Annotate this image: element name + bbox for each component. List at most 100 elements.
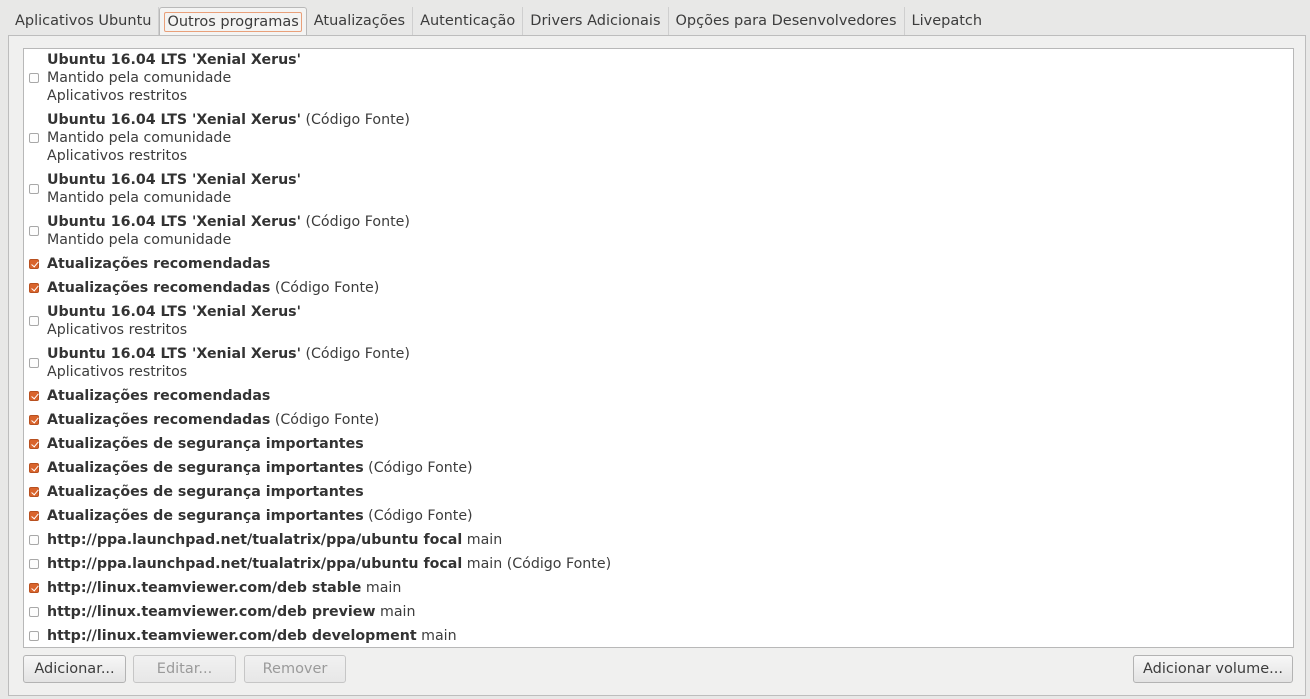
source-checkbox[interactable]	[29, 259, 39, 269]
source-text: http://ppa.launchpad.net/tualatrix/ppa/u…	[47, 555, 611, 573]
source-suffix: (Código Fonte)	[305, 112, 410, 128]
source-detail: Mantido pela comunidade	[47, 190, 232, 206]
tab-label: Atualizações	[313, 13, 406, 29]
tab-label: Aplicativos Ubuntu	[15, 13, 152, 29]
source-checkbox[interactable]	[29, 511, 39, 521]
source-row[interactable]: Atualizações recomendadas	[24, 387, 1293, 405]
source-title: Ubuntu 16.04 LTS 'Xenial Xerus'	[47, 304, 301, 320]
source-row[interactable]: Atualizações de segurança importantes (C…	[24, 459, 1293, 477]
source-title: Atualizações de segurança importantes	[47, 460, 364, 476]
source-row[interactable]: Ubuntu 16.04 LTS 'Xenial Xerus' Aplicativ…	[24, 303, 1293, 339]
source-row[interactable]: Atualizações de segurança importantes	[24, 483, 1293, 501]
tab-other-software[interactable]: Outros programas	[159, 7, 307, 35]
source-title-line: Atualizações recomendadas	[47, 255, 270, 273]
source-checkbox[interactable]	[29, 283, 39, 293]
tab-label: Autenticação	[420, 13, 516, 29]
source-checkbox[interactable]	[29, 316, 39, 326]
source-text: Ubuntu 16.04 LTS 'Xenial Xerus' (Código …	[47, 111, 410, 165]
edit-button[interactable]: Editar...	[133, 655, 236, 683]
source-title: Atualizações de segurança importantes	[47, 508, 364, 524]
add-volume-button[interactable]: Adicionar volume...	[1133, 655, 1293, 683]
source-checkbox[interactable]	[29, 631, 39, 641]
add-button[interactable]: Adicionar...	[23, 655, 126, 683]
other-software-panel: Ubuntu 16.04 LTS 'Xenial Xerus' Mantido p…	[8, 35, 1306, 696]
source-checkbox[interactable]	[29, 463, 39, 473]
source-title: Ubuntu 16.04 LTS 'Xenial Xerus'	[47, 172, 301, 188]
source-text: Atualizações de segurança importantes (C…	[47, 459, 473, 477]
source-row[interactable]: Ubuntu 16.04 LTS 'Xenial Xerus' Mantido p…	[24, 51, 1293, 105]
source-title: http://ppa.launchpad.net/tualatrix/ppa/u…	[47, 532, 463, 548]
source-title-line: http://ppa.launchpad.net/tualatrix/ppa/u…	[47, 555, 611, 573]
source-suffix: main	[365, 580, 402, 596]
source-row[interactable]: http://linux.teamviewer.com/deb developm…	[24, 627, 1293, 645]
remove-button[interactable]: Remover	[244, 655, 346, 683]
tab-developer-options[interactable]: Opções para Desenvolvedores	[669, 7, 905, 35]
tab-ubuntu-software[interactable]: Aplicativos Ubuntu	[8, 7, 160, 35]
source-row[interactable]: Atualizações recomendadas (Código Fonte)	[24, 411, 1293, 429]
source-suffix: (Código Fonte)	[274, 280, 380, 296]
source-row[interactable]: Atualizações de segurança importantes	[24, 435, 1293, 453]
source-title: Ubuntu 16.04 LTS 'Xenial Xerus'	[47, 346, 301, 362]
source-title-line: Ubuntu 16.04 LTS 'Xenial Xerus' (Código …	[47, 345, 410, 363]
source-list[interactable]: Ubuntu 16.04 LTS 'Xenial Xerus' Mantido p…	[23, 48, 1294, 648]
source-checkbox[interactable]	[29, 559, 39, 569]
source-text: http://ppa.launchpad.net/tualatrix/ppa/u…	[47, 531, 502, 549]
source-row[interactable]: Ubuntu 16.04 LTS 'Xenial Xerus' (Código …	[24, 345, 1293, 381]
source-row[interactable]: Atualizações de segurança importantes (C…	[24, 507, 1293, 525]
source-title: Atualizações recomendadas	[47, 388, 271, 404]
source-detail: Aplicativos restritos	[47, 88, 188, 104]
source-title-line: http://linux.teamviewer.com/deb preview …	[47, 603, 416, 621]
source-text: Atualizações recomendadas	[47, 255, 270, 273]
source-row[interactable]: http://ppa.launchpad.net/tualatrix/ppa/u…	[24, 531, 1293, 549]
source-text: Atualizações de segurança importantes	[47, 435, 364, 453]
source-title-line: Atualizações de segurança importantes	[47, 483, 364, 501]
source-row[interactable]: http://linux.teamviewer.com/deb stable m…	[24, 579, 1293, 597]
source-checkbox[interactable]	[29, 487, 39, 497]
source-title: http://linux.teamviewer.com/deb preview	[47, 604, 376, 620]
source-row[interactable]: http://ppa.launchpad.net/tualatrix/ppa/u…	[24, 555, 1293, 573]
source-title-line: Atualizações de segurança importantes (C…	[47, 459, 473, 477]
source-title: Atualizações de segurança importantes	[47, 436, 364, 452]
source-title-line: http://linux.teamviewer.com/deb stable m…	[47, 579, 401, 597]
source-row[interactable]: Ubuntu 16.04 LTS 'Xenial Xerus' (Código …	[24, 111, 1293, 165]
source-title-line: Ubuntu 16.04 LTS 'Xenial Xerus'	[47, 51, 301, 69]
source-checkbox[interactable]	[29, 73, 39, 83]
source-title: Atualizações recomendadas	[47, 256, 271, 272]
source-checkbox[interactable]	[29, 607, 39, 617]
source-row[interactable]: Atualizações recomendadas (Código Fonte)	[24, 279, 1293, 297]
source-suffix: main	[466, 532, 503, 548]
source-text: Ubuntu 16.04 LTS 'Xenial Xerus' Aplicativ…	[47, 303, 301, 339]
source-row[interactable]: Ubuntu 16.04 LTS 'Xenial Xerus' Mantido p…	[24, 171, 1293, 207]
tab-additional-drivers[interactable]: Drivers Adicionais	[523, 7, 669, 35]
source-detail: Mantido pela comunidade	[47, 232, 232, 248]
source-title: Atualizações recomendadas	[47, 412, 271, 428]
tab-updates[interactable]: Atualizações	[307, 7, 414, 35]
source-checkbox[interactable]	[29, 184, 39, 194]
source-checkbox[interactable]	[29, 226, 39, 236]
source-text: Atualizações recomendadas	[47, 387, 270, 405]
source-checkbox[interactable]	[29, 133, 39, 143]
source-checkbox[interactable]	[29, 535, 39, 545]
tab-authentication[interactable]: Autenticação	[413, 7, 524, 35]
source-row[interactable]: http://linux.teamviewer.com/deb preview …	[24, 603, 1293, 621]
source-row[interactable]: Ubuntu 16.04 LTS 'Xenial Xerus' (Código …	[24, 213, 1293, 249]
tab-label: Drivers Adicionais	[530, 13, 661, 29]
source-title-line: Ubuntu 16.04 LTS 'Xenial Xerus' (Código …	[47, 213, 410, 231]
source-checkbox[interactable]	[29, 439, 39, 449]
source-title: Atualizações de segurança importantes	[47, 484, 364, 500]
source-row[interactable]: Atualizações recomendadas	[24, 255, 1293, 273]
source-text: Ubuntu 16.04 LTS 'Xenial Xerus' (Código …	[47, 345, 410, 381]
source-text: Atualizações recomendadas (Código Fonte)	[47, 279, 379, 297]
source-text: Ubuntu 16.04 LTS 'Xenial Xerus' Mantido p…	[47, 51, 301, 105]
source-title-line: Atualizações de segurança importantes	[47, 435, 364, 453]
tab-bar: Aplicativos Ubuntu Outros programas Atua…	[8, 7, 989, 35]
source-title: Atualizações recomendadas	[47, 280, 271, 296]
source-checkbox[interactable]	[29, 358, 39, 368]
source-checkbox[interactable]	[29, 583, 39, 593]
source-detail: Aplicativos restritos	[47, 148, 188, 164]
source-text: http://linux.teamviewer.com/deb developm…	[47, 627, 457, 645]
source-checkbox[interactable]	[29, 415, 39, 425]
source-checkbox[interactable]	[29, 391, 39, 401]
tab-livepatch[interactable]: Livepatch	[905, 7, 990, 35]
source-detail: Mantido pela comunidade	[47, 130, 232, 146]
